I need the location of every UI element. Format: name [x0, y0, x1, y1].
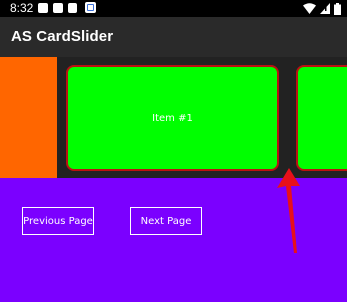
card-label: Item #1 — [152, 112, 193, 124]
notification-icon — [53, 3, 63, 13]
status-indicators — [303, 2, 341, 15]
annotation-arrow-icon — [277, 168, 300, 253]
previous-page-button[interactable]: Previous Page — [22, 207, 94, 235]
notification-icon — [38, 3, 48, 13]
notification-icon — [68, 3, 77, 13]
signal-icon — [320, 3, 330, 14]
notification-icon — [85, 2, 96, 13]
status-time: 8:32 — [10, 1, 34, 15]
side-panel — [0, 57, 57, 178]
slider-card-next[interactable] — [296, 65, 347, 171]
wifi-icon — [303, 3, 316, 14]
battery-icon — [334, 2, 341, 15]
app-title: AS CardSlider — [11, 28, 114, 45]
next-page-button[interactable]: Next Page — [130, 207, 202, 235]
slider-card[interactable]: Item #1 — [66, 65, 279, 171]
app-bar: AS CardSlider — [0, 17, 347, 57]
status-bar: 8:32 — [0, 0, 347, 17]
